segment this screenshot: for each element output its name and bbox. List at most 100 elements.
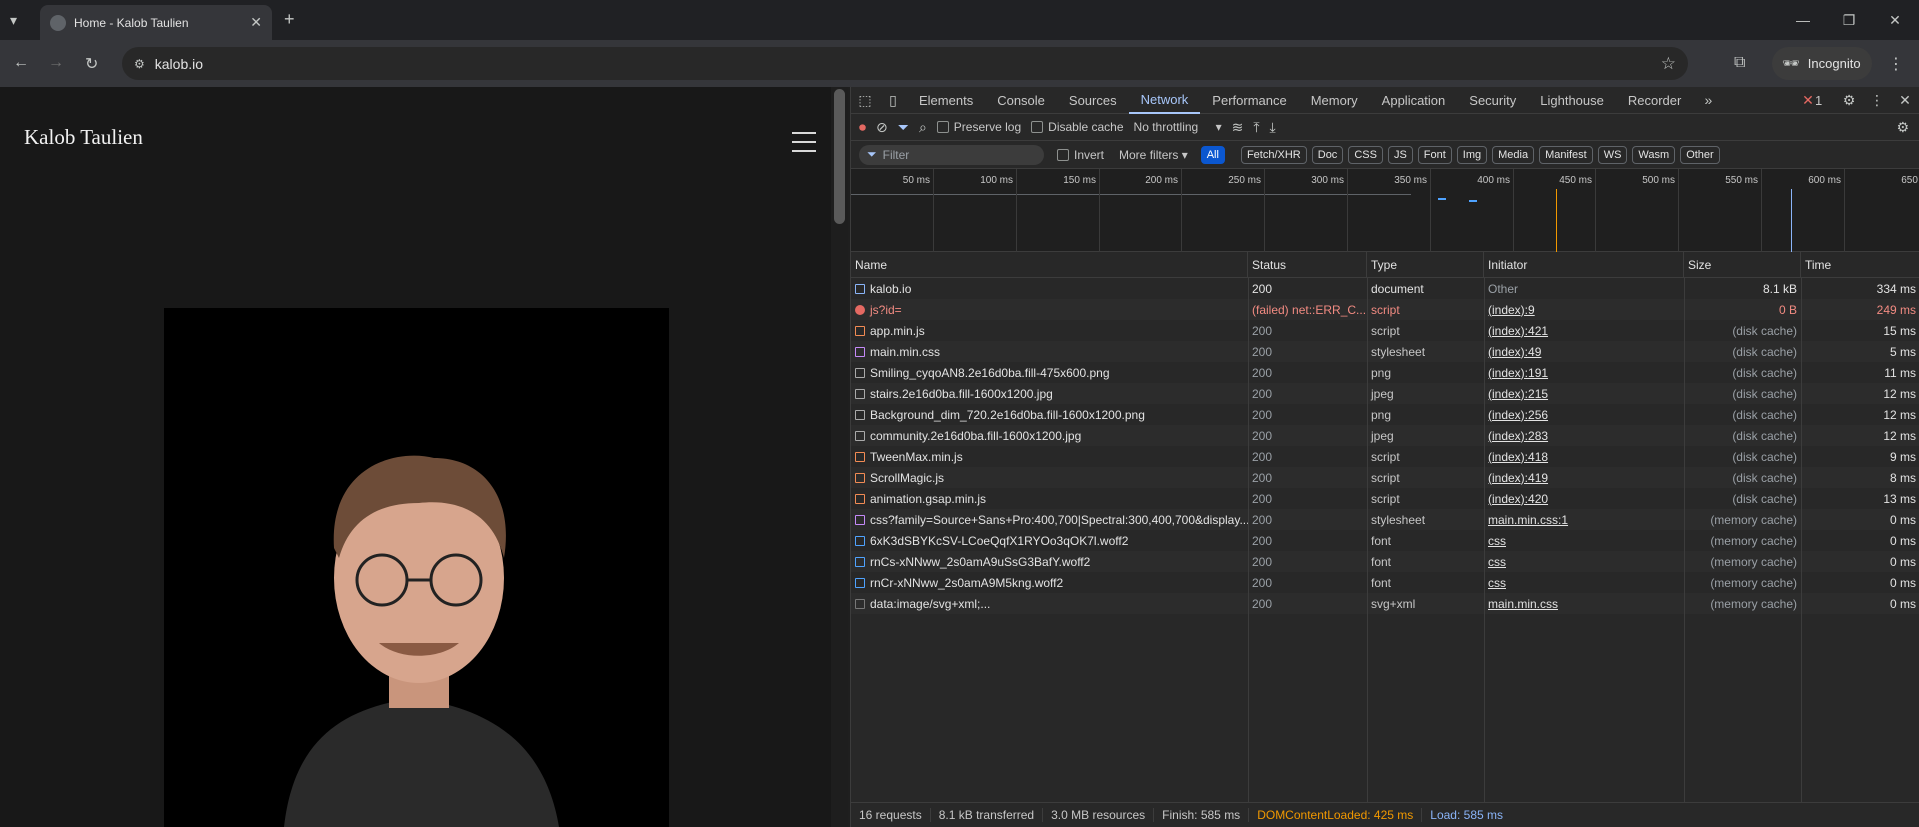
tab-performance[interactable]: Performance: [1200, 87, 1298, 114]
tab-security[interactable]: Security: [1457, 87, 1528, 114]
tab-search-icon[interactable]: ▾: [10, 12, 17, 29]
inspect-element-icon[interactable]: ⬚: [851, 92, 879, 109]
browser-tab[interactable]: Home - Kalob Taulien ✕: [40, 5, 272, 40]
bookmark-star-icon[interactable]: ☆: [1661, 54, 1676, 74]
network-conditions-icon[interactable]: ≋: [1232, 119, 1244, 136]
hamburger-menu-icon[interactable]: [792, 132, 816, 152]
cell-initiator[interactable]: css: [1484, 551, 1684, 572]
table-row[interactable]: 6xK3dSBYKcSV-LCoeQqfX1RYOo3qOK7l.woff2 20…: [851, 530, 1919, 551]
minimize-icon[interactable]: —: [1780, 0, 1826, 40]
filter-wasm[interactable]: Wasm: [1632, 145, 1676, 164]
table-row[interactable]: stairs.2e16d0ba.fill-1600x1200.jpg 200 jpe…: [851, 383, 1919, 404]
tab-application[interactable]: Application: [1370, 87, 1458, 114]
tab-recorder[interactable]: Recorder: [1616, 87, 1693, 114]
export-har-icon[interactable]: ⤓: [1270, 119, 1276, 136]
site-info-icon[interactable]: ⚙: [134, 57, 145, 71]
table-row[interactable]: js?id= (failed) net::ERR_C... script (index…: [851, 299, 1919, 320]
more-tabs-icon[interactable]: »: [1693, 92, 1723, 108]
cell-initiator[interactable]: (index):420: [1484, 488, 1684, 509]
settings-gear-icon[interactable]: ⚙: [1835, 92, 1863, 109]
filter-ws[interactable]: WS: [1597, 145, 1628, 164]
column-header-time[interactable]: Time: [1801, 252, 1919, 278]
table-row[interactable]: animation.gsap.min.js 200 script (index):42…: [851, 488, 1919, 509]
tab-console[interactable]: Console: [985, 87, 1057, 114]
tab-network[interactable]: Network: [1128, 87, 1201, 114]
table-row[interactable]: ScrollMagic.js 200 script (index):419 (disk …: [851, 467, 1919, 488]
cell-initiator[interactable]: (index):418: [1484, 446, 1684, 467]
filter-other[interactable]: Other: [1680, 145, 1720, 164]
search-icon[interactable]: ⌕: [919, 119, 927, 136]
filter-font[interactable]: Font: [1417, 145, 1452, 164]
cell-initiator[interactable]: (index):283: [1484, 425, 1684, 446]
cell-initiator[interactable]: css: [1484, 572, 1684, 593]
error-count[interactable]: 1: [1815, 93, 1835, 108]
tab-lighthouse[interactable]: Lighthouse: [1528, 87, 1616, 114]
disable-cache-checkbox[interactable]: Disable cache: [1031, 120, 1124, 134]
import-har-icon[interactable]: ⤒: [1253, 119, 1259, 136]
more-filters-dropdown[interactable]: More filters ▾: [1119, 148, 1188, 162]
devtools-menu-icon[interactable]: ⋮: [1863, 92, 1891, 109]
throttling-select[interactable]: No throttling ▾: [1134, 120, 1222, 134]
restore-icon[interactable]: ❐: [1826, 0, 1872, 40]
address-bar[interactable]: ⚙ kalob.io ☆: [122, 47, 1688, 80]
scrollbar-thumb[interactable]: [834, 89, 845, 224]
device-toolbar-icon[interactable]: ▯: [879, 92, 907, 109]
filter-input[interactable]: ⏷ Filter: [859, 144, 1044, 165]
cell-initiator[interactable]: (index):419: [1484, 467, 1684, 488]
column-header-name[interactable]: Name: [851, 252, 1248, 278]
filter-doc[interactable]: Doc: [1311, 145, 1344, 164]
tab-elements[interactable]: Elements: [907, 87, 985, 114]
table-row[interactable]: rnCs-xNNww_2s0amA9uSsG3BafY.woff2 200 font…: [851, 551, 1919, 572]
cell-initiator[interactable]: (index):9: [1484, 299, 1684, 320]
column-header-type[interactable]: Type: [1367, 252, 1484, 278]
table-row[interactable]: app.min.js 200 script (index):421 (disk cach…: [851, 320, 1919, 341]
filter-img[interactable]: Img: [1456, 145, 1488, 164]
table-row[interactable]: main.min.css 200 stylesheet (index):49 (disk…: [851, 341, 1919, 362]
browser-menu-icon[interactable]: ⋮: [1888, 54, 1904, 74]
column-header-size[interactable]: Size: [1684, 252, 1801, 278]
filter-css[interactable]: CSS: [1348, 145, 1383, 164]
incognito-badge[interactable]: 🕶 Incognito: [1772, 47, 1872, 80]
table-row[interactable]: community.2e16d0ba.fill-1600x1200.jpg 200…: [851, 425, 1919, 446]
table-row[interactable]: data:image/svg+xml;... 200 svg+xml main.min…: [851, 593, 1919, 614]
column-header-initiator[interactable]: Initiator: [1484, 252, 1684, 278]
column-header-status[interactable]: Status: [1248, 252, 1367, 278]
table-row[interactable]: TweenMax.min.js 200 script (index):418 (disk…: [851, 446, 1919, 467]
table-row[interactable]: css?family=Source+Sans+Pro:400,700|Spect…: [851, 509, 1919, 530]
network-overview-timeline[interactable]: 50 ms 100 ms 150 ms 200 ms 250 ms 300 ms 350 m…: [851, 169, 1919, 252]
close-window-icon[interactable]: ✕: [1872, 0, 1918, 40]
table-row[interactable]: kalob.io 200 document Other 8.1 kB 334 ms: [851, 278, 1919, 299]
network-settings-icon[interactable]: ⚙: [1896, 119, 1909, 136]
cell-initiator[interactable]: main.min.css: [1484, 593, 1684, 614]
clear-icon[interactable]: ⊘: [876, 119, 888, 136]
extensions-icon[interactable]: ⧉: [1734, 54, 1745, 72]
cell-initiator[interactable]: css: [1484, 530, 1684, 551]
tab-memory[interactable]: Memory: [1299, 87, 1370, 114]
preserve-log-checkbox[interactable]: Preserve log: [936, 120, 1021, 134]
table-row[interactable]: Background_dim_720.2e16d0ba.fill-1600x12…: [851, 404, 1919, 425]
tab-sources[interactable]: Sources: [1057, 87, 1129, 114]
forward-icon[interactable]: →: [48, 54, 64, 72]
record-stop-icon[interactable]: ⏺: [859, 119, 866, 136]
cell-initiator[interactable]: (index):215: [1484, 383, 1684, 404]
reload-icon[interactable]: ↻: [85, 54, 98, 74]
cell-initiator[interactable]: (index):191: [1484, 362, 1684, 383]
filter-manifest[interactable]: Manifest: [1539, 145, 1593, 164]
close-devtools-icon[interactable]: ✕: [1891, 92, 1919, 109]
back-icon[interactable]: ←: [13, 54, 29, 72]
table-row[interactable]: Smiling_cyqoAN8.2e16d0ba.fill-475x600.pn…: [851, 362, 1919, 383]
cell-initiator[interactable]: (index):256: [1484, 404, 1684, 425]
cell-initiator[interactable]: main.min.css:1: [1484, 509, 1684, 530]
filter-icon[interactable]: ⏷: [898, 119, 909, 136]
site-title[interactable]: Kalob Taulien: [24, 125, 143, 150]
error-count-icon[interactable]: ✕: [1801, 92, 1815, 109]
cell-initiator[interactable]: (index):421: [1484, 320, 1684, 341]
close-tab-icon[interactable]: ✕: [250, 14, 262, 31]
filter-js[interactable]: JS: [1387, 145, 1413, 164]
cell-initiator[interactable]: (index):49: [1484, 341, 1684, 362]
new-tab-button[interactable]: +: [284, 9, 295, 30]
invert-checkbox[interactable]: Invert: [1057, 148, 1104, 162]
filter-fetch-xhr[interactable]: Fetch/XHR: [1240, 145, 1307, 164]
table-row[interactable]: rnCr-xNNww_2s0amA9M5kng.woff2 200 font css (…: [851, 572, 1919, 593]
page-scrollbar[interactable]: [831, 87, 848, 827]
